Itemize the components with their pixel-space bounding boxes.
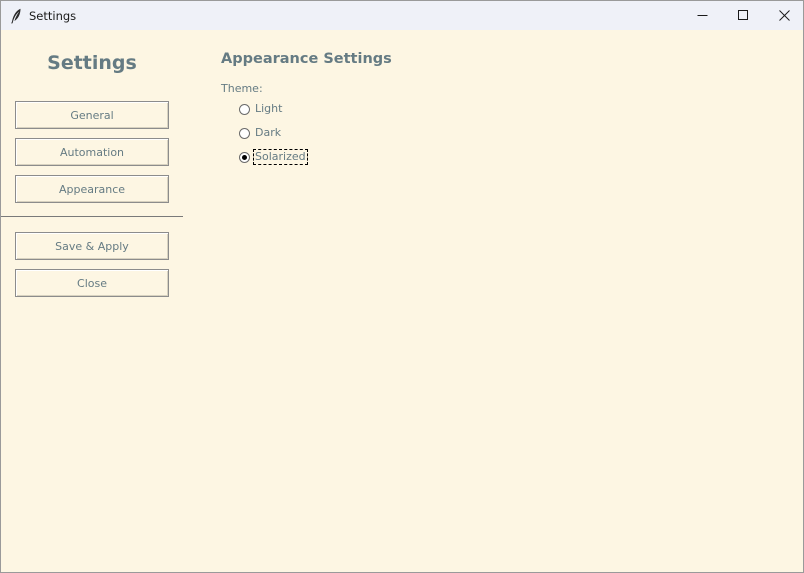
appearance-button[interactable]: Appearance — [15, 175, 169, 203]
radio-dark[interactable] — [239, 127, 250, 139]
general-button[interactable]: General — [15, 101, 169, 129]
close-window-button[interactable] — [763, 1, 804, 30]
radio-light[interactable] — [239, 103, 250, 115]
sidebar-separator — [1, 216, 183, 217]
theme-label: Theme: — [221, 82, 263, 95]
radio-label-solarized: Solarized — [253, 149, 308, 165]
minimize-icon — [697, 10, 708, 21]
radio-label-dark: Dark — [255, 126, 282, 139]
theme-option-solarized[interactable]: Solarized — [239, 149, 308, 165]
close-button[interactable]: Close — [15, 269, 169, 297]
automation-button[interactable]: Automation — [15, 138, 169, 166]
radio-solarized[interactable] — [239, 151, 250, 163]
theme-option-light[interactable]: Light — [239, 101, 283, 117]
maximize-icon — [737, 10, 749, 21]
sidebar-title: Settings — [47, 52, 137, 74]
minimize-button[interactable] — [681, 1, 723, 30]
close-icon — [778, 10, 790, 21]
window-title: Settings — [29, 9, 77, 23]
radio-label-light: Light — [255, 102, 283, 115]
appearance-heading: Appearance Settings — [221, 51, 392, 67]
settings-window: Settings Settings General Automation App… — [0, 0, 804, 573]
feather-icon — [10, 8, 22, 24]
save-apply-button[interactable]: Save & Apply — [15, 232, 169, 260]
maximize-button[interactable] — [722, 1, 764, 30]
theme-option-dark[interactable]: Dark — [239, 125, 282, 141]
title-bar[interactable]: Settings — [1, 1, 803, 30]
settings-content: Settings General Automation Appearance S… — [1, 30, 803, 572]
